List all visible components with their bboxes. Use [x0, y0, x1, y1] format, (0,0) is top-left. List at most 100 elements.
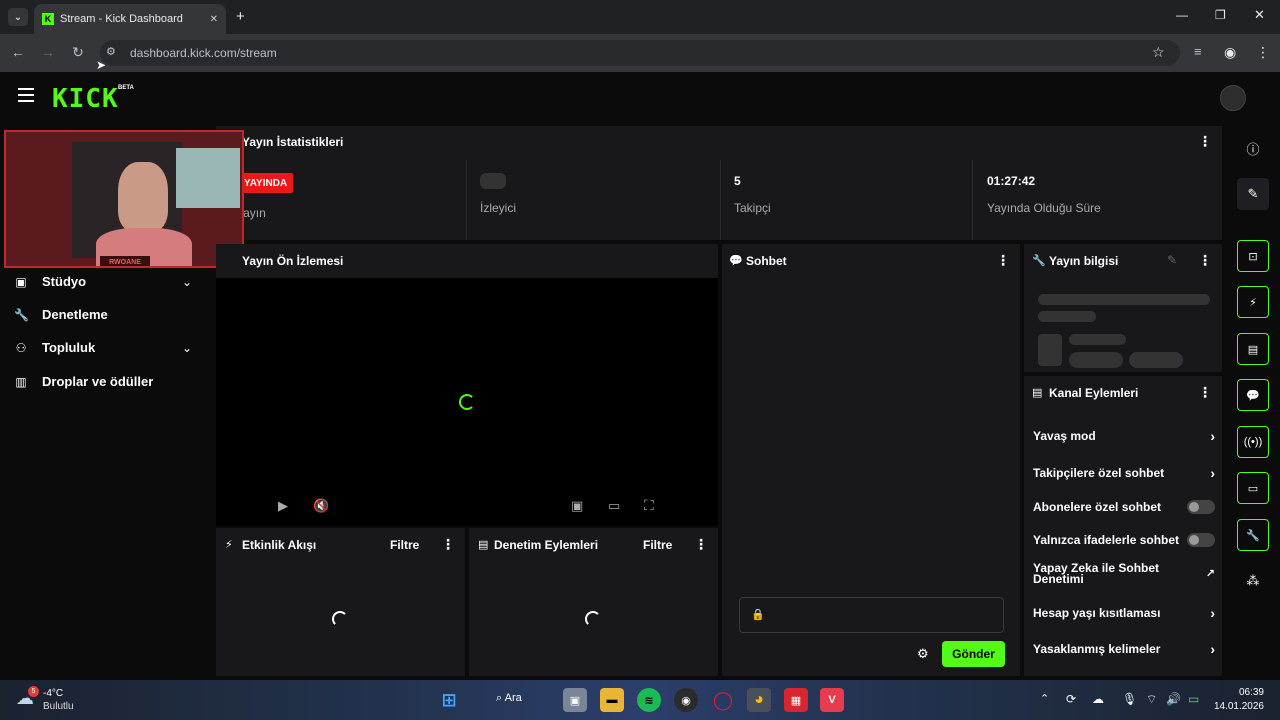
bookmark-star-icon[interactable]: ☆: [1152, 44, 1165, 61]
channel-actions-menu-icon[interactable]: ⋮: [1198, 384, 1212, 401]
sidebar-item-drops[interactable]: ▥ Droplar ve ödüller: [14, 374, 153, 389]
wrench-icon[interactable]: 🔧: [1237, 519, 1269, 551]
activity-filter-button[interactable]: Filtre: [390, 538, 419, 552]
windows-start-icon[interactable]: ⊞: [437, 688, 461, 712]
tray-mic-icon[interactable]: 🎙: [1122, 692, 1137, 706]
video-icon[interactable]: ▭: [1237, 472, 1269, 504]
skeleton-pill: [1069, 352, 1123, 368]
emotes-only-toggle[interactable]: [1187, 533, 1215, 547]
chat-settings-gear-icon[interactable]: ⚙: [917, 646, 929, 662]
info-icon[interactable]: ⓘ: [1237, 132, 1269, 164]
external-link-icon: ↗: [1205, 568, 1215, 580]
action-slow-mode[interactable]: Yavaş mod ›: [1033, 428, 1215, 444]
obs-icon[interactable]: ◉: [674, 688, 698, 712]
send-button[interactable]: Gönder: [942, 641, 1005, 667]
address-bar[interactable]: dashboard.kick.com/stream: [100, 40, 1180, 66]
chat-menu-icon[interactable]: ⋮: [996, 252, 1010, 269]
chevron-down-icon[interactable]: ⌄: [182, 341, 192, 355]
browser-tab[interactable]: K Stream - Kick Dashboard ✕: [34, 4, 226, 34]
close-window-icon[interactable]: ✕: [1254, 7, 1265, 23]
site-settings-icon[interactable]: ⚙: [106, 45, 116, 58]
tray-battery-icon[interactable]: ▭: [1188, 692, 1199, 706]
sidebar-item-label: Denetleme: [42, 307, 108, 322]
tray-sync-icon[interactable]: ⟳: [1066, 692, 1076, 706]
subscribers-only-toggle[interactable]: [1187, 500, 1215, 514]
chevron-down-icon[interactable]: ⌄: [182, 275, 192, 289]
action-followers-only[interactable]: Takipçilere özel sohbet ›: [1033, 465, 1215, 481]
clock-date[interactable]: 14.01.2026: [1208, 701, 1264, 712]
action-ai-moderation[interactable]: Yapay Zeka ile Sohbet Denetimi ↗: [1033, 561, 1215, 586]
clock-time[interactable]: 06:39: [1216, 687, 1264, 698]
spotify-icon[interactable]: ≋: [637, 688, 661, 712]
stream-info-menu-icon[interactable]: ⋮: [1198, 252, 1212, 269]
maximize-icon[interactable]: ❐: [1215, 8, 1226, 22]
action-label: Hesap yaşı kısıtlaması: [1033, 606, 1161, 620]
play-icon[interactable]: ▶: [278, 498, 288, 514]
moderation-filter-button[interactable]: Filtre: [643, 538, 672, 552]
sidebar-item-community[interactable]: ⚇ Topluluk: [14, 340, 96, 355]
activity-menu-icon[interactable]: ⋮: [441, 536, 455, 553]
pip-icon[interactable]: ▣: [571, 498, 583, 514]
tray-cloud-icon[interactable]: ☁: [1092, 692, 1104, 706]
action-account-age[interactable]: Hesap yaşı kısıtlaması ›: [1033, 605, 1215, 621]
stats-menu-icon[interactable]: ⋮: [1198, 133, 1212, 150]
sidebar-item-studio[interactable]: ▣ Stüdyo: [14, 274, 86, 289]
reload-icon[interactable]: ↻: [68, 44, 88, 61]
broadcast-icon[interactable]: ((•)): [1237, 426, 1269, 458]
tray-chevron-up-icon[interactable]: ⌃: [1040, 692, 1049, 705]
add-widget-icon[interactable]: ⁂: [1237, 565, 1269, 597]
webcam-overlay: RWOANE: [4, 130, 244, 268]
user-avatar[interactable]: [1220, 85, 1246, 111]
edit-pencil-icon[interactable]: ✎: [1167, 253, 1177, 267]
valorant-icon[interactable]: V: [820, 688, 844, 712]
community-icon: ⚇: [15, 340, 27, 355]
mute-icon[interactable]: 🔇: [313, 498, 329, 514]
media-icon[interactable]: ≡: [1194, 44, 1202, 59]
action-subscribers-only: Abonelere özel sohbet: [1033, 500, 1215, 514]
kick-logo[interactable]: KICK: [52, 84, 119, 114]
sidebar-item-label: Droplar ve ödüller: [42, 374, 154, 389]
url-text: dashboard.kick.com/stream: [130, 46, 277, 60]
back-icon[interactable]: ←: [8, 44, 28, 60]
wrench-icon: 🔧: [14, 307, 29, 322]
chat-icon[interactable]: 💬: [1237, 379, 1269, 411]
opera-icon[interactable]: ◯: [711, 688, 735, 712]
minimize-icon[interactable]: —: [1176, 8, 1188, 22]
sidebar-item-label: Stüdyo: [42, 274, 87, 289]
channel-actions-icon: ▤: [1032, 387, 1043, 399]
hamburger-menu-icon[interactable]: [18, 88, 34, 102]
browser-menu-icon[interactable]: ⋮: [1256, 44, 1270, 61]
tab-close-icon[interactable]: ✕: [210, 14, 218, 25]
edit-icon[interactable]: ✎: [1237, 178, 1269, 210]
drops-icon: ▥: [15, 374, 27, 389]
uptime-value: 01:27:42: [987, 174, 1036, 188]
chat-input[interactable]: [739, 597, 1004, 633]
lightning-icon: ⚡: [225, 539, 233, 551]
chrome-icon[interactable]: ◕: [747, 688, 771, 712]
followers-value: 5: [734, 174, 741, 188]
moderation-menu-icon[interactable]: ⋮: [694, 536, 708, 553]
weather-desc: Bulutlu: [43, 701, 74, 712]
screenshot-icon[interactable]: ⊡: [1237, 240, 1269, 272]
profile-icon[interactable]: ◉: [1224, 44, 1236, 61]
skeleton-block: [1038, 334, 1062, 366]
forward-icon[interactable]: →: [38, 44, 58, 60]
action-label: Yapay Zeka ile Sohbet Denetimi: [1033, 561, 1160, 586]
divider: [720, 160, 721, 240]
taskbar-search[interactable]: ⌕ Ara: [496, 692, 522, 705]
action-label: Abonelere özel sohbet: [1033, 500, 1162, 514]
chat-title: Sohbet: [746, 254, 787, 268]
task-view-icon[interactable]: ▣: [563, 688, 587, 712]
app-icon[interactable]: ▦: [784, 688, 808, 712]
tab-list-icon[interactable]: ⌄: [8, 8, 28, 26]
tray-volume-icon[interactable]: 🔊: [1166, 692, 1181, 706]
tray-wifi-icon[interactable]: ⌔: [1146, 692, 1157, 707]
action-banned-words[interactable]: Yasaklanmış kelimeler ›: [1033, 641, 1215, 657]
new-tab-button[interactable]: +: [236, 8, 245, 25]
sidebar-item-moderation[interactable]: 🔧 Denetleme: [14, 307, 108, 322]
file-explorer-icon[interactable]: ▬: [600, 688, 624, 712]
notes-icon[interactable]: ▤: [1237, 333, 1269, 365]
lightning-icon[interactable]: ⚡: [1237, 286, 1269, 318]
theater-mode-icon[interactable]: ▭: [608, 498, 620, 514]
fullscreen-icon[interactable]: ⛶: [644, 497, 654, 514]
